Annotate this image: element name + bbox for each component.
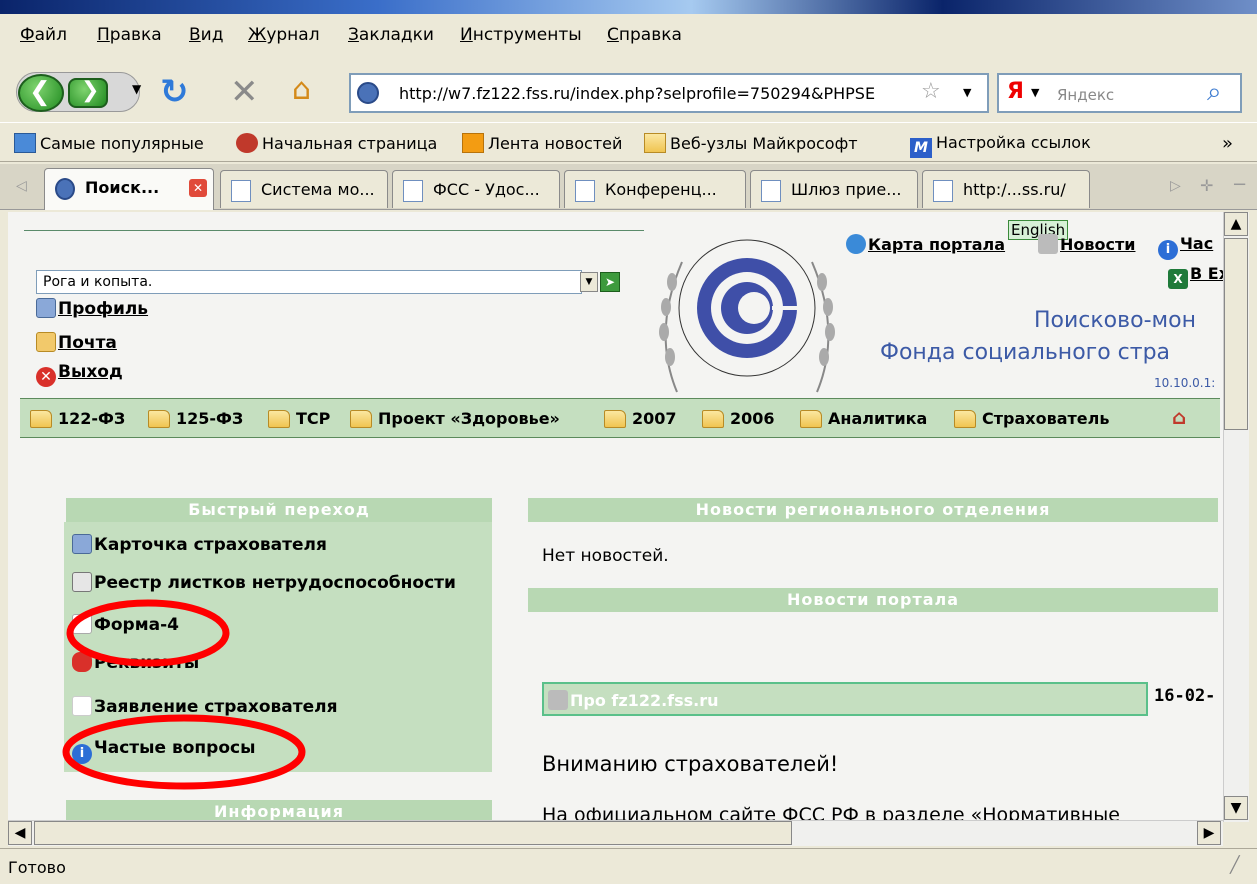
scroll-right-icon[interactable]: ▶	[1197, 821, 1221, 845]
bookmark-microsoft[interactable]: Веб-узлы Майкрософт	[644, 133, 858, 153]
stop-icon[interactable]: ✕	[230, 72, 259, 112]
folder-icon	[644, 133, 666, 153]
menu-edit[interactable]: Правка	[97, 25, 162, 45]
bookmark-link-settings[interactable]: M Настройка ссылок	[910, 133, 1091, 158]
reload-icon[interactable]: ↻	[160, 72, 189, 112]
page-icon	[761, 180, 781, 202]
search-icon[interactable]: ⌕	[1207, 77, 1222, 108]
page-content: English Рога и копыта. ▼ ➤ Профиль Почта…	[8, 212, 1223, 822]
bookmarks-toolbar: Самые популярные Начальная страница Лент…	[0, 122, 1257, 162]
tab-http[interactable]: http:/...ss.ru/	[922, 170, 1090, 208]
tab-search[interactable]: Поиск... ✕	[44, 168, 214, 210]
horizontal-scroll-thumb[interactable]	[34, 821, 792, 845]
status-bar: Готово ╱	[0, 848, 1257, 884]
horizontal-scrollbar[interactable]: ◀ ▶	[8, 820, 1223, 846]
url-bar[interactable]: http://w7.fz122.fss.ru/index.php?selprof…	[349, 73, 989, 113]
history-dropdown-icon[interactable]: ▼	[132, 82, 141, 96]
back-arrow-icon: ❮	[29, 77, 51, 107]
scroll-left-icon[interactable]: ◀	[8, 821, 32, 845]
page-icon	[575, 180, 595, 202]
status-text: Готово	[8, 858, 66, 877]
tab-conference[interactable]: Конференц...	[564, 170, 746, 208]
page-icon	[231, 180, 251, 202]
back-button[interactable]: ❮	[18, 74, 64, 112]
annotation-form-4	[66, 599, 230, 667]
bookmark-popular[interactable]: Самые популярные	[14, 133, 204, 153]
search-bar[interactable]: Я ▼ Яндекс ⌕	[997, 73, 1242, 113]
tab-scroll-left-icon[interactable]: ◁	[16, 178, 27, 194]
menu-help[interactable]: Справка	[607, 25, 682, 45]
home-icon[interactable]: ⌂	[292, 72, 311, 107]
tab-system[interactable]: Система мо...	[220, 170, 388, 208]
start-page-icon	[236, 133, 258, 153]
tab-favicon-icon	[55, 178, 75, 200]
rss-icon	[462, 133, 484, 153]
forward-arrow-icon: ❯	[81, 78, 100, 103]
tab-minus-icon[interactable]: −	[1232, 174, 1247, 195]
tab-fss[interactable]: ФСС - Удос...	[392, 170, 560, 208]
resize-grip-icon[interactable]: ╱	[1230, 855, 1240, 874]
menu-file[interactable]: Файл	[20, 25, 67, 45]
yandex-logo-icon: Я	[1007, 79, 1024, 104]
vertical-scrollbar[interactable]: ▲ ▼	[1223, 212, 1249, 822]
navigation-toolbar: ❮ ❯ ▼ ↻ ✕ ⌂ http://w7.fz122.fss.ru/index…	[0, 54, 1257, 120]
bookmark-star-icon[interactable]: ☆	[921, 79, 941, 104]
tab-scroll-right-icon[interactable]: ▷	[1170, 178, 1181, 194]
menu-bar: Файл Правка Вид Журнал Закладки Инструме…	[0, 14, 1257, 54]
scroll-up-icon[interactable]: ▲	[1224, 212, 1248, 236]
vertical-scroll-thumb[interactable]	[1224, 238, 1248, 430]
engine-dropdown-icon[interactable]: ▼	[1031, 86, 1039, 99]
forward-button[interactable]: ❯	[68, 78, 108, 108]
tab-close-icon[interactable]: ✕	[189, 179, 207, 197]
page-icon	[403, 180, 423, 202]
popular-icon	[14, 133, 36, 153]
bookmark-home-page[interactable]: Начальная страница	[236, 133, 437, 153]
scroll-down-icon[interactable]: ▼	[1224, 796, 1248, 820]
tab-bar: ◁ Поиск... ✕ Система мо... ФСС - Удос...…	[0, 164, 1257, 210]
tab-gateway[interactable]: Шлюз прие...	[750, 170, 918, 208]
menu-view[interactable]: Вид	[189, 25, 223, 45]
page-icon	[933, 180, 953, 202]
annotation-faq	[62, 714, 306, 790]
site-favicon-icon	[357, 82, 379, 104]
menu-tools[interactable]: Инструменты	[460, 25, 582, 45]
bookmark-news-feed[interactable]: Лента новостей	[462, 133, 622, 153]
url-text: http://w7.fz122.fss.ru/index.php?selprof…	[399, 84, 876, 103]
url-dropdown-icon[interactable]: ▼	[963, 86, 971, 99]
bookmarks-overflow[interactable]: »	[1222, 133, 1233, 154]
red-annotations	[62, 599, 306, 790]
menu-bookmarks[interactable]: Закладки	[348, 25, 434, 45]
window-title-strip	[0, 0, 1257, 14]
tab-list-icon[interactable]: ✛	[1200, 176, 1213, 195]
menu-history[interactable]: Журнал	[248, 25, 320, 45]
search-placeholder: Яндекс	[1057, 86, 1115, 104]
m-icon: M	[910, 138, 932, 158]
